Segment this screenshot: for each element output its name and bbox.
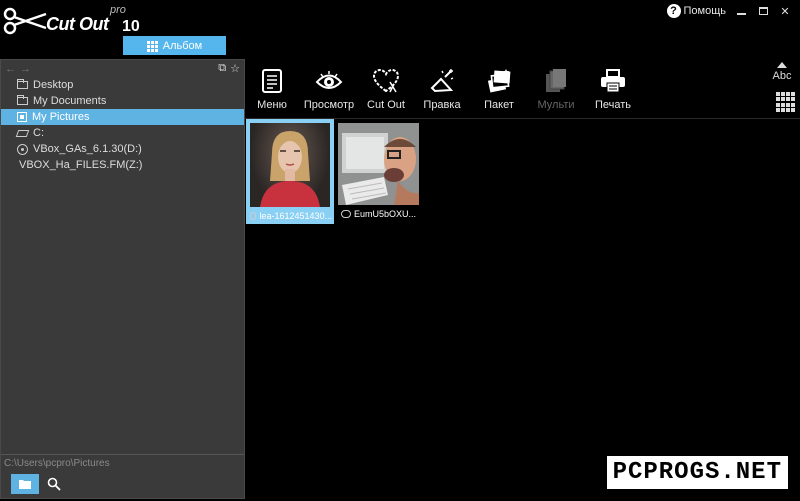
folder-icon — [17, 79, 28, 89]
sidebar-item-label: VBox_GAs_6.1.30(D:) — [33, 143, 142, 155]
portrait-photo — [260, 131, 320, 207]
pictures-icon — [17, 112, 27, 122]
eye-icon — [315, 71, 343, 89]
maximize-button[interactable] — [756, 4, 770, 18]
sort-arrow-icon — [777, 62, 787, 68]
magic-wand-icon — [430, 69, 454, 93]
file-type-icon — [341, 209, 351, 218]
multi-label: Мульти — [537, 99, 575, 111]
sidebar-item-label: C: — [33, 127, 44, 139]
sidebar-item-d-drive[interactable]: VBox_GAs_6.1.30(D:) — [1, 141, 244, 157]
menu-label: Меню — [257, 99, 287, 111]
app-logo: Cut Out pro 10 — [2, 4, 142, 38]
scissors-icon — [3, 7, 47, 35]
current-path: C:\Users\pcpro\Pictures — [4, 458, 110, 469]
thumbnail-caption: lea-1612451430... — [250, 210, 332, 221]
drive-icon — [15, 129, 30, 137]
file-type-icon — [250, 211, 257, 220]
multi-button[interactable]: Мульти — [526, 64, 586, 111]
folder-tree: Desktop My Documents My Pictures C: VBox… — [1, 77, 244, 173]
multi-icon — [546, 69, 566, 92]
thumbnail-image — [338, 123, 419, 205]
app-brand: Cut Out — [46, 14, 109, 34]
grid-icon — [146, 40, 158, 52]
help-label: Помощь — [683, 5, 727, 17]
sidebar-item-label: Desktop — [33, 79, 74, 91]
folder-view-button[interactable] — [11, 474, 39, 494]
maximize-icon — [758, 7, 768, 15]
man-keyboard-photo — [338, 123, 419, 205]
thumbnail-caption-text: lea-1612451430... — [259, 210, 332, 221]
preview-label: Просмотр — [303, 99, 355, 111]
help-button[interactable]: ? Помощь — [666, 4, 727, 18]
thumbnail-item[interactable]: lea-1612451430... — [246, 119, 334, 224]
sort-button[interactable]: Abc — [770, 62, 794, 82]
sidebar-toolbar: ← → ⧉ ☆ — [1, 60, 244, 77]
batch-label: Пакет — [484, 99, 514, 111]
print-button[interactable]: Печать — [583, 64, 643, 111]
close-button[interactable]: ✕ — [778, 4, 792, 18]
window-controls: ? Помощь ✕ — [666, 2, 793, 20]
print-label: Печать — [594, 99, 632, 111]
close-icon: ✕ — [780, 5, 790, 18]
thumbnail-caption: EumU5bOXU... — [341, 208, 419, 219]
edit-label: Правка — [423, 99, 461, 111]
search-button[interactable] — [45, 474, 63, 494]
folder-sidebar: ← → ⧉ ☆ Desktop My Documents My Pictures… — [0, 59, 245, 499]
app-edition: pro — [110, 4, 126, 16]
sidebar-item-label: My Pictures — [32, 111, 90, 123]
batch-icon — [487, 69, 511, 93]
menu-button[interactable]: Меню — [242, 64, 302, 111]
thumbnail-image — [250, 123, 330, 207]
album-tab-label: Альбом — [162, 39, 203, 52]
sidebar-item-my-pictures[interactable]: My Pictures — [1, 109, 244, 125]
help-icon: ? — [666, 4, 681, 18]
watermark: PCPROGS.NET — [606, 456, 788, 489]
heart-icon — [372, 68, 400, 93]
new-folder-icon[interactable]: ⧉ — [218, 62, 226, 75]
sidebar-item-desktop[interactable]: Desktop — [1, 77, 244, 93]
printer-icon — [601, 69, 625, 93]
cutout-label: Cut Out — [367, 99, 405, 111]
app-version: 10 — [122, 18, 140, 35]
cutout-button[interactable]: Cut Out — [356, 64, 416, 111]
forward-icon[interactable]: → — [20, 63, 31, 75]
menu-icon — [262, 69, 282, 93]
back-icon[interactable]: ← — [5, 63, 16, 75]
folder-icon — [17, 95, 28, 105]
sidebar-item-my-documents[interactable]: My Documents — [1, 93, 244, 109]
minimize-icon — [736, 13, 746, 15]
sidebar-footer: C:\Users\pcpro\Pictures — [1, 454, 244, 498]
main-toolbar: Меню Просмотр Cut Out Правка Пакет Мульт… — [245, 60, 800, 118]
thumbnail-caption-text: EumU5bOXU... — [354, 208, 417, 219]
sidebar-item-z-drive[interactable]: VBOX_Ha_FILES.FM(Z:) — [1, 157, 244, 173]
folder-icon — [19, 480, 31, 489]
preview-button[interactable]: Просмотр — [299, 64, 359, 111]
batch-button[interactable]: Пакет — [469, 64, 529, 111]
sidebar-item-c-drive[interactable]: C: — [1, 125, 244, 141]
album-tab[interactable]: Альбом — [123, 36, 226, 55]
favorite-icon[interactable]: ☆ — [230, 62, 240, 75]
edit-button[interactable]: Правка — [412, 64, 472, 111]
sidebar-item-label: VBOX_Ha_FILES.FM(Z:) — [19, 159, 143, 171]
cd-icon — [17, 143, 28, 155]
sort-label: Abc — [772, 70, 792, 82]
thumbnail-item[interactable]: EumU5bOXU... — [338, 123, 420, 223]
title-bar: Cut Out pro 10 Альбом ? Помощь ✕ — [0, 0, 800, 56]
sidebar-item-label: My Documents — [33, 95, 107, 107]
grid-view-icon[interactable] — [776, 92, 796, 112]
minimize-button[interactable] — [734, 4, 748, 18]
search-icon — [47, 477, 61, 491]
